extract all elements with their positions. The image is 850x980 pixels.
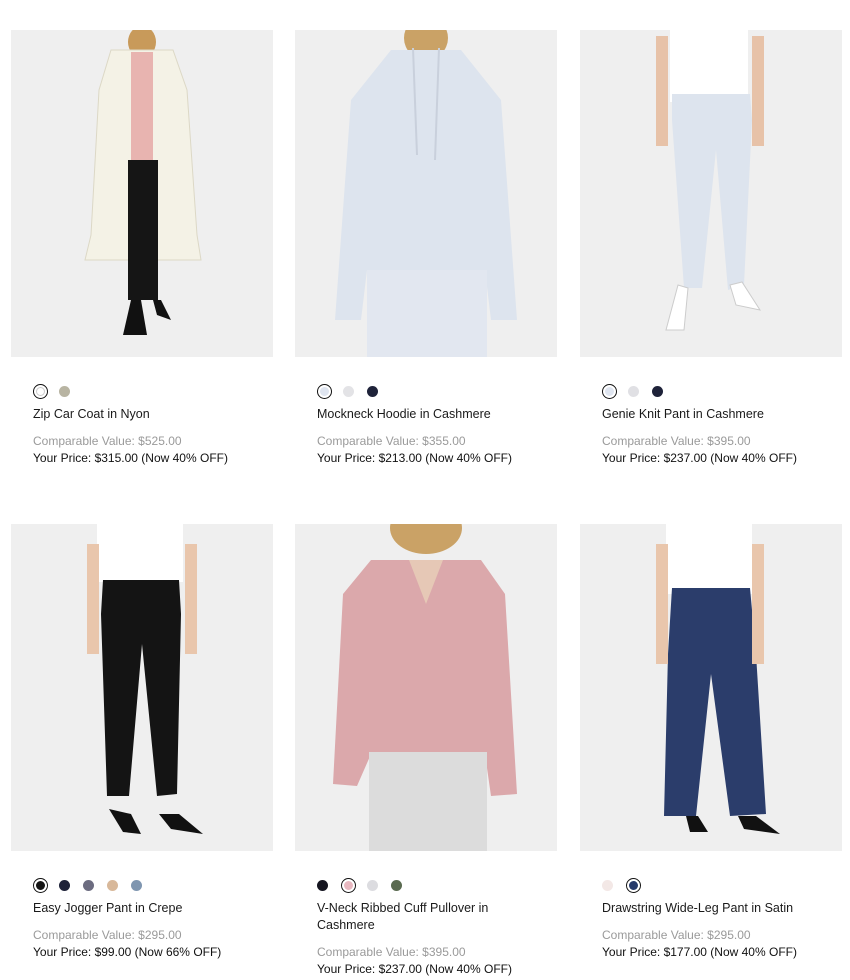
swatch[interactable] [343,385,354,397]
color-swatches [33,876,273,894]
your-price: Your Price: $177.00 (Now 40% OFF) [602,945,797,959]
swatch[interactable] [652,385,663,397]
product-image[interactable] [295,524,557,851]
comparable-value: Comparable Value: $295.00 [602,928,751,942]
color-swatches [317,876,557,894]
swatch[interactable] [391,879,402,891]
swatch[interactable] [602,879,613,891]
product-name[interactable]: Easy Jogger Pant in Crepe [33,900,253,917]
swatch-selected[interactable] [341,877,356,893]
swatch-selected[interactable] [602,383,617,399]
swatch[interactable] [59,879,70,891]
swatch-selected[interactable] [626,877,641,893]
product-card[interactable]: Mockneck Hoodie in Cashmere Comparable V… [295,30,557,467]
color-swatches [602,876,842,894]
swatch-selected[interactable] [317,383,332,399]
product-image[interactable] [580,524,842,851]
product-name[interactable]: Mockneck Hoodie in Cashmere [317,406,537,423]
color-swatches [602,382,842,400]
product-card[interactable]: Drawstring Wide-Leg Pant in Satin Compar… [580,524,842,961]
comparable-value: Comparable Value: $295.00 [33,928,182,942]
product-card[interactable]: Easy Jogger Pant in Crepe Comparable Val… [11,524,273,961]
product-name[interactable]: Zip Car Coat in Nyon [33,406,253,423]
swatch[interactable] [367,385,378,397]
swatch[interactable] [131,879,142,891]
your-price: Your Price: $99.00 (Now 66% OFF) [33,945,222,959]
product-image[interactable] [580,30,842,357]
product-name[interactable]: Drawstring Wide-Leg Pant in Satin [602,900,822,917]
product-image[interactable] [11,524,273,851]
your-price: Your Price: $237.00 (Now 40% OFF) [317,962,512,976]
swatch[interactable] [317,879,328,891]
swatch[interactable] [59,385,70,397]
product-card[interactable]: V-Neck Ribbed Cuff Pullover in Cashmere … [295,524,557,978]
swatch[interactable] [107,879,118,891]
product-image[interactable] [295,30,557,357]
your-price: Your Price: $315.00 (Now 40% OFF) [33,451,228,465]
color-swatches [317,382,557,400]
comparable-value: Comparable Value: $395.00 [317,945,466,959]
comparable-value: Comparable Value: $395.00 [602,434,751,448]
product-card[interactable]: Zip Car Coat in Nyon Comparable Value: $… [11,30,273,467]
swatch[interactable] [367,879,378,891]
product-image[interactable] [11,30,273,357]
comparable-value: Comparable Value: $355.00 [317,434,466,448]
swatch[interactable] [83,879,94,891]
swatch[interactable] [628,385,639,397]
product-card[interactable]: Genie Knit Pant in Cashmere Comparable V… [580,30,842,467]
product-name[interactable]: Genie Knit Pant in Cashmere [602,406,822,423]
color-swatches [33,382,273,400]
your-price: Your Price: $213.00 (Now 40% OFF) [317,451,512,465]
your-price: Your Price: $237.00 (Now 40% OFF) [602,451,797,465]
comparable-value: Comparable Value: $525.00 [33,434,182,448]
swatch-selected[interactable] [33,877,48,893]
swatch-selected[interactable] [33,383,48,399]
product-name[interactable]: V-Neck Ribbed Cuff Pullover in Cashmere [317,900,537,934]
